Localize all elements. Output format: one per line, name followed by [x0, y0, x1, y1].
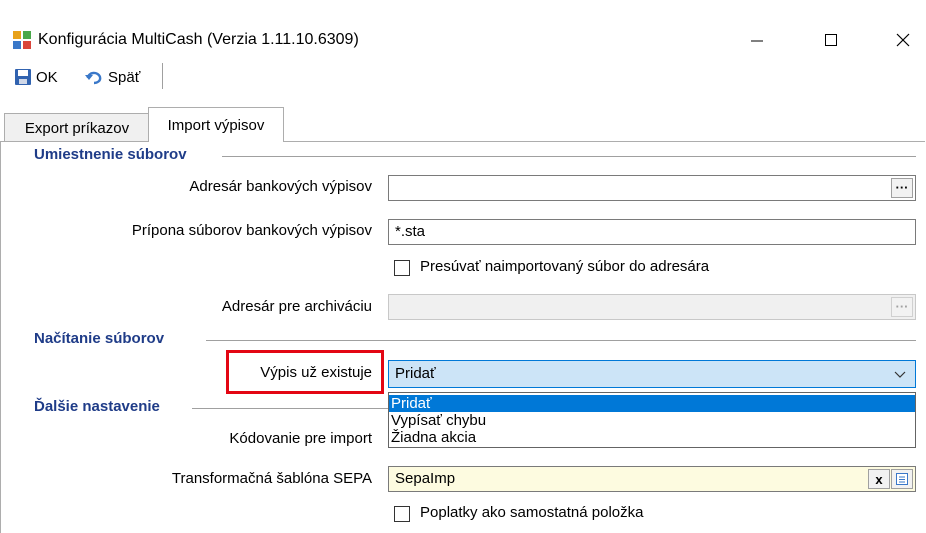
exists-label: Výpis už existuje	[260, 364, 372, 381]
fees-checkbox[interactable]	[394, 506, 410, 522]
chevron-down-icon	[894, 371, 906, 378]
statement-dir-input[interactable]	[388, 175, 916, 201]
tab-export[interactable]: Export príkazov	[4, 113, 150, 142]
statement-dir-browse-button[interactable]: ···	[891, 178, 913, 198]
exists-dropdown-list: Pridať Vypísať chybu Žiadna akcia	[388, 392, 916, 448]
section-divider	[192, 408, 388, 409]
section-divider	[222, 156, 916, 157]
ok-button[interactable]: OK	[14, 65, 58, 89]
title-bar: Konfigurácia MultiCash (Verzia 1.11.10.6…	[0, 0, 926, 56]
dropdown-option[interactable]: Pridať	[389, 395, 915, 412]
minimize-button[interactable]	[734, 24, 780, 56]
tab-import[interactable]: Import výpisov	[148, 107, 284, 142]
section-divider	[206, 340, 916, 341]
close-icon	[896, 33, 910, 47]
fees-label: Poplatky ako samostatná položka	[420, 504, 644, 521]
clear-icon: x	[875, 471, 883, 487]
extension-label: Prípona súborov bankových výpisov	[131, 222, 372, 239]
sepa-clear-button[interactable]: x	[868, 469, 890, 489]
encoding-label: Kódovanie pre import	[229, 430, 372, 447]
section-file-location: Umiestnenie súborov	[34, 146, 187, 163]
close-button[interactable]	[880, 24, 926, 56]
back-label: Späť	[108, 68, 141, 86]
back-button[interactable]: Späť	[84, 65, 140, 89]
move-file-label: Presúvať naimportovaný súbor do adresára	[420, 258, 710, 275]
dropdown-option[interactable]: Žiadna akcia	[389, 429, 915, 446]
extension-input[interactable]: *.sta	[388, 219, 916, 245]
archive-dir-label: Adresár pre archiváciu	[221, 298, 372, 315]
archive-dir-browse-button: ···	[891, 297, 913, 317]
sepa-input[interactable]: SepaImp	[388, 466, 916, 492]
dropdown-option[interactable]: Vypísať chybu	[389, 412, 915, 429]
exists-select[interactable]: Pridať	[388, 360, 916, 388]
app-icon	[13, 31, 31, 49]
tab-import-label: Import výpisov	[167, 116, 265, 134]
sepa-label: Transformačná šablóna SEPA	[171, 470, 372, 487]
statement-dir-label: Adresár bankových výpisov	[189, 178, 372, 195]
sepa-pick-button[interactable]	[891, 469, 913, 489]
section-other-settings: Ďalšie nastavenie	[34, 398, 160, 415]
tab-strip: Export príkazov Import výpisov	[0, 106, 926, 142]
undo-icon	[85, 71, 102, 85]
tab-export-label: Export príkazov	[24, 119, 130, 137]
toolbar: OK Späť	[0, 57, 926, 97]
save-icon	[15, 69, 31, 85]
archive-dir-input	[388, 294, 916, 320]
maximize-icon	[825, 34, 837, 46]
section-file-loading: Načítanie súborov	[34, 330, 165, 347]
window-title: Konfigurácia MultiCash (Verzia 1.11.10.6…	[38, 31, 359, 48]
move-file-checkbox[interactable]	[394, 260, 410, 276]
maximize-button[interactable]	[808, 24, 854, 56]
exists-select-value: Pridať	[395, 365, 436, 382]
list-icon	[896, 473, 908, 485]
minimize-icon	[751, 40, 763, 42]
toolbar-separator	[162, 63, 163, 89]
ok-label: OK	[36, 68, 58, 86]
